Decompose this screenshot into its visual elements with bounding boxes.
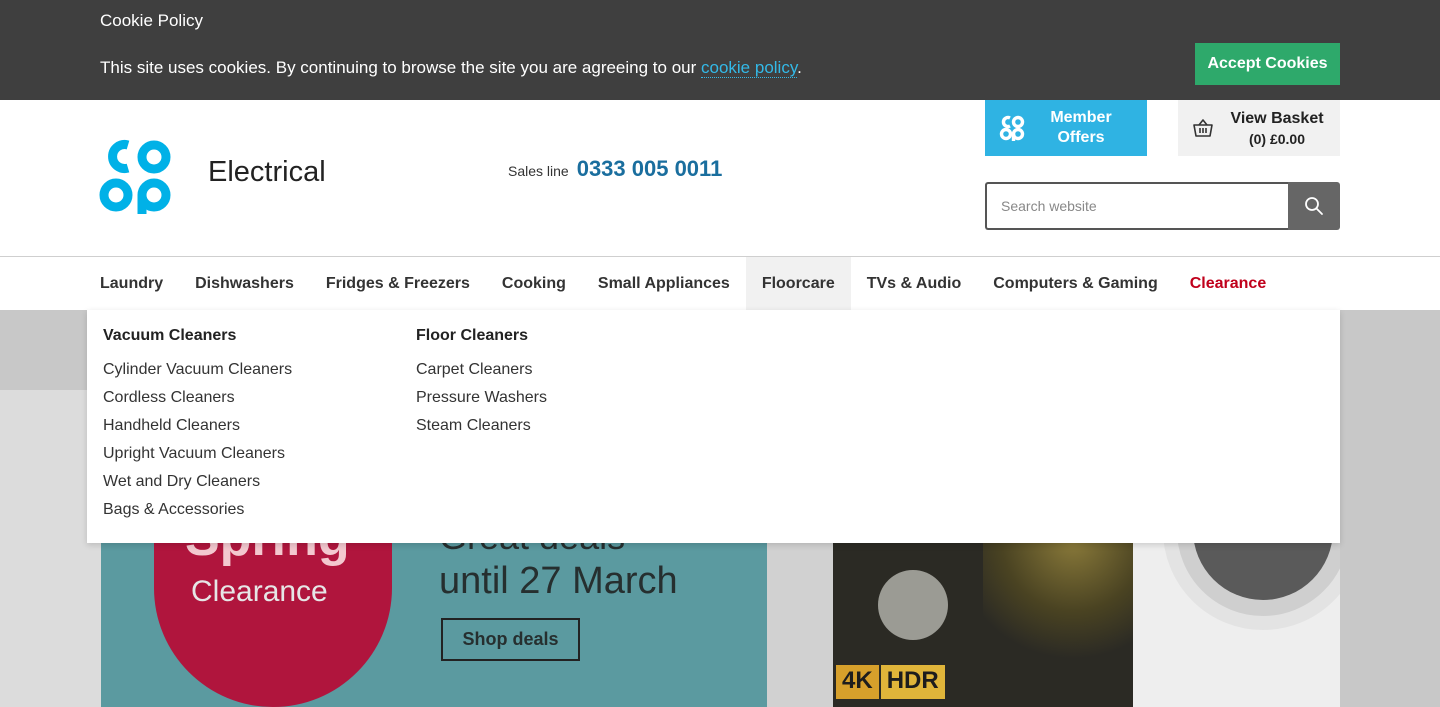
nav-item-clearance[interactable]: Clearance bbox=[1174, 257, 1283, 310]
cookie-title: Cookie Policy bbox=[100, 11, 203, 30]
dropdown-link-wet-and-dry-cleaners[interactable]: Wet and Dry Cleaners bbox=[103, 468, 292, 496]
site-header: Electrical Sales line 0333 005 0011 Memb… bbox=[0, 100, 1440, 257]
sales-line-label: Sales line bbox=[508, 163, 569, 179]
accept-cookies-button[interactable]: Accept Cookies bbox=[1195, 43, 1340, 85]
sales-line-number[interactable]: 0333 005 0011 bbox=[577, 156, 723, 182]
nav-item-floorcare[interactable]: Floorcare bbox=[745, 257, 851, 310]
basket-label: View Basket bbox=[1230, 109, 1324, 127]
tv-sphere-image bbox=[878, 570, 948, 640]
dropdown-heading-floor[interactable]: Floor Cleaners bbox=[416, 327, 547, 345]
dropdown-heading-vacuum[interactable]: Vacuum Cleaners bbox=[103, 327, 292, 345]
dropdown-link-pressure-washers[interactable]: Pressure Washers bbox=[416, 384, 547, 412]
nav-item-laundry[interactable]: Laundry bbox=[84, 257, 179, 310]
shop-deals-button[interactable]: Shop deals bbox=[441, 618, 580, 661]
nav-items: Laundry Dishwashers Fridges & Freezers Cook… bbox=[84, 257, 1282, 310]
brand-subtitle: Electrical bbox=[208, 156, 326, 188]
basket-icon bbox=[1193, 119, 1213, 137]
dropdown-column-vacuum: Vacuum Cleaners Cylinder Vacuum Cleaners… bbox=[103, 327, 292, 524]
badge-4k: 4K bbox=[836, 665, 879, 699]
search-icon bbox=[1305, 197, 1323, 215]
dropdown-link-cylinder-vacuum-cleaners[interactable]: Cylinder Vacuum Cleaners bbox=[103, 356, 292, 384]
vacuum-links: Cylinder Vacuum Cleaners Cordless Cleaner… bbox=[103, 356, 292, 524]
nav-item-tvs-audio[interactable]: TVs & Audio bbox=[851, 257, 978, 310]
badge-hdr: HDR bbox=[880, 665, 945, 699]
dropdown-link-handheld-cleaners[interactable]: Handheld Cleaners bbox=[103, 412, 292, 440]
cookie-message: This site uses cookies. By continuing to… bbox=[100, 58, 802, 78]
nav-item-small-appliances[interactable]: Small Appliances bbox=[582, 257, 746, 310]
cookie-text-before: This site uses cookies. By continuing to… bbox=[100, 58, 701, 77]
dropdown-link-bags-accessories[interactable]: Bags & Accessories bbox=[103, 496, 292, 524]
member-offers-button[interactable]: Member Offers bbox=[985, 100, 1147, 156]
nav-item-fridges-freezers[interactable]: Fridges & Freezers bbox=[310, 257, 486, 310]
basket-text: View Basket (0) £0.00 bbox=[1214, 110, 1340, 147]
search-input[interactable] bbox=[985, 182, 1288, 230]
hero-until-text: until 27 March bbox=[439, 560, 678, 602]
dropdown-link-upright-vacuum-cleaners[interactable]: Upright Vacuum Cleaners bbox=[103, 440, 292, 468]
cookie-policy-link[interactable]: cookie policy bbox=[701, 58, 798, 78]
hero-clearance-text: Clearance bbox=[191, 575, 328, 608]
dropdown-link-steam-cleaners[interactable]: Steam Cleaners bbox=[416, 412, 547, 440]
dropdown-link-cordless-cleaners[interactable]: Cordless Cleaners bbox=[103, 384, 292, 412]
nav-item-dishwashers[interactable]: Dishwashers bbox=[179, 257, 310, 310]
search-form bbox=[985, 182, 1340, 230]
coop-logo-icon bbox=[99, 140, 171, 214]
floor-links: Carpet Cleaners Pressure Washers Steam Cle… bbox=[416, 356, 547, 440]
cookie-text-after: . bbox=[797, 58, 802, 77]
basket-amount: (0) £0.00 bbox=[1248, 130, 1306, 147]
sales-line: Sales line 0333 005 0011 bbox=[508, 156, 722, 182]
dropdown-link-carpet-cleaners[interactable]: Carpet Cleaners bbox=[416, 356, 547, 384]
floorcare-dropdown: Vacuum Cleaners Cylinder Vacuum Cleaners… bbox=[87, 310, 1340, 543]
member-offers-label: Member Offers bbox=[1050, 109, 1112, 146]
nav-item-cooking[interactable]: Cooking bbox=[486, 257, 582, 310]
nav-item-computers-gaming[interactable]: Computers & Gaming bbox=[977, 257, 1173, 310]
4k-hdr-badge: 4K HDR bbox=[836, 665, 945, 699]
coop-logo[interactable] bbox=[98, 138, 172, 216]
view-basket-button[interactable]: View Basket (0) £0.00 bbox=[1178, 100, 1340, 156]
dropdown-column-floor: Floor Cleaners Carpet Cleaners Pressure W… bbox=[416, 327, 547, 440]
cookie-banner: Cookie Policy This site uses cookies. By… bbox=[0, 0, 1440, 100]
right-gutter bbox=[1340, 390, 1440, 707]
search-button[interactable] bbox=[1288, 182, 1340, 230]
main-nav: Laundry Dishwashers Fridges & Freezers Cook… bbox=[0, 257, 1440, 310]
coop-small-icon bbox=[999, 115, 1025, 141]
